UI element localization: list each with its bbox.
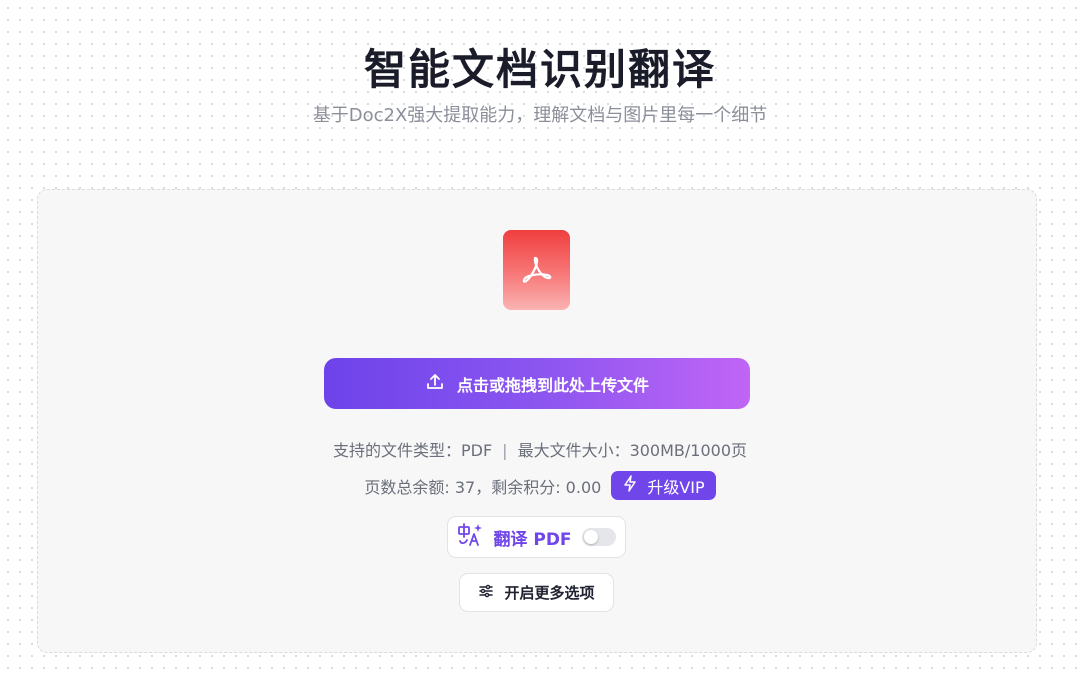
- lightning-icon: [622, 475, 638, 496]
- upload-icon: [425, 372, 445, 396]
- sliders-icon: [478, 583, 494, 603]
- translate-pdf-toggle[interactable]: 翻译 PDF: [447, 516, 626, 558]
- upgrade-vip-button[interactable]: 升级VIP: [611, 471, 716, 500]
- upgrade-vip-label: 升级VIP: [647, 477, 705, 497]
- max-file-size: 最大文件大小：300MB/1000页: [517, 441, 747, 460]
- switch-knob: [583, 530, 598, 544]
- pdf-file-icon: [503, 230, 570, 310]
- separator: |: [502, 441, 508, 460]
- file-requirements: 支持的文件类型：PDF | 最大文件大小：300MB/1000页: [0, 437, 1080, 461]
- page-subtitle: 基于Doc2X强大提取能力，理解文档与图片里每一个细节: [312, 105, 768, 126]
- supported-types: 支持的文件类型：PDF: [332, 441, 493, 460]
- quota-row: 页数总余额: 37，剩余积分: 0.00 升级VIP: [0, 471, 1080, 500]
- more-options-button[interactable]: 开启更多选项: [459, 573, 614, 612]
- quota-text: 页数总余额: 37，剩余积分: 0.00: [364, 477, 602, 497]
- more-options-label: 开启更多选项: [504, 584, 595, 602]
- page-title: 智能文档识别翻译: [363, 45, 716, 94]
- upload-button-label: 点击或拖拽到此处上传文件: [456, 375, 649, 395]
- translate-switch[interactable]: [581, 528, 616, 546]
- translate-pdf-label: 翻译 PDF: [493, 529, 572, 550]
- upload-button[interactable]: 点击或拖拽到此处上传文件: [324, 358, 750, 409]
- translate-icon: [457, 523, 483, 551]
